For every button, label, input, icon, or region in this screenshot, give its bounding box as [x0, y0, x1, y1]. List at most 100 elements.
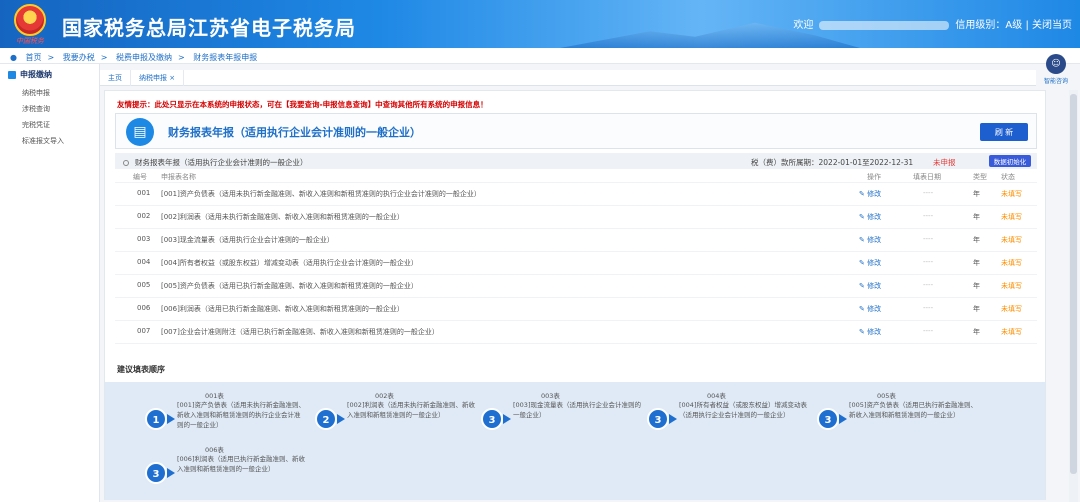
smart-help[interactable]: ☺ 智能咨询: [1038, 54, 1074, 85]
edit-link[interactable]: ✎ 修改: [859, 304, 881, 314]
row-name: [001]资产负债表（适用未执行新金融准则、新收入准则和新租赁准则的执行企业会计…: [161, 190, 481, 198]
step-desc: [003]现金流量表（适用执行企业会计准则的一般企业）: [513, 401, 641, 419]
table-row: 001 [001]资产负债表（适用未执行新金融准则、新收入准则和新租赁准则的执行企…: [115, 183, 1037, 206]
section-label: 财务报表年报（适用执行企业会计准则的一般企业）: [135, 158, 308, 167]
step-table-name: 002表: [375, 392, 394, 400]
tab-home[interactable]: 主页: [100, 70, 131, 86]
arrow-head: [669, 414, 677, 424]
order-step[interactable]: 002表 2 [002]利润表（适用未执行新金融准则、新收入准则和新租赁准则的一…: [315, 390, 480, 442]
arrow-head: [839, 414, 847, 424]
step-number: 2: [315, 408, 337, 430]
step-number: 3: [647, 408, 669, 430]
scrollbar[interactable]: [1069, 90, 1078, 502]
chat-icon: ☺: [1046, 54, 1066, 74]
header-name: 申报表名称: [161, 173, 196, 181]
step-number: 1: [145, 408, 167, 430]
data-init-button[interactable]: 数据初始化: [989, 155, 1031, 167]
order-step[interactable]: 006表 3 [006]利润表（适用已执行新金融准则、新收入准则和新租赁准则的一…: [145, 444, 310, 496]
pencil-icon: ✎: [859, 213, 868, 221]
pencil-icon: ✎: [859, 190, 868, 198]
order-step[interactable]: 003表 3 [003]现金流量表（适用执行企业会计准则的一般企业）: [481, 390, 646, 442]
edit-link[interactable]: ✎ 修改: [859, 327, 881, 337]
row-date: ----: [923, 304, 934, 312]
step-arrow-icon: 2: [315, 408, 345, 430]
order-step[interactable]: 005表 3 [005]资产负债表（适用已执行新金融准则、新收入准则和新租赁准则…: [817, 390, 982, 442]
step-desc: [005]资产负债表（适用已执行新金融准则、新收入准则和新租赁准则的一般企业）: [849, 401, 977, 419]
step-number: 3: [817, 408, 839, 430]
sidebar-group-label: 申报缴纳: [20, 70, 52, 79]
step-arrow-icon: 3: [145, 462, 175, 484]
pencil-icon: ✎: [859, 282, 868, 290]
edit-label: 修改: [867, 213, 882, 221]
row-no: 007: [137, 327, 151, 335]
report-header: ▤ 财务报表年报（适用执行企业会计准则的一般企业） 刷 新: [115, 113, 1037, 149]
row-status: 未填写: [1001, 213, 1022, 221]
arrow-head: [167, 414, 175, 424]
step-table-name: 001表: [205, 392, 224, 400]
table-row: 006 [006]利润表（适用已执行新金融准则、新收入准则和新租赁准则的一般企业）…: [115, 298, 1037, 321]
step-desc: [004]所有者权益（或股东权益）增减变动表（适用执行企业会计准则的一般企业）: [679, 401, 807, 419]
edit-label: 修改: [867, 328, 882, 336]
edit-label: 修改: [867, 190, 882, 198]
edit-label: 修改: [867, 259, 882, 267]
close-page-link[interactable]: 关闭当页: [1032, 20, 1072, 31]
step-arrow-icon: 1: [145, 408, 175, 430]
row-date: ----: [923, 212, 934, 220]
header-no: 编号: [133, 173, 147, 181]
edit-link[interactable]: ✎ 修改: [859, 189, 881, 199]
row-date: ----: [923, 235, 934, 243]
edit-link[interactable]: ✎ 修改: [859, 258, 881, 268]
breadcrumb-tax[interactable]: 我要办税: [63, 53, 95, 62]
order-step[interactable]: 004表 3 [004]所有者权益（或股东权益）增减变动表（适用执行企业会计准则…: [647, 390, 812, 442]
row-name: [005]资产负债表（适用已执行新金融准则、新收入准则和新租赁准则的一般企业）: [161, 282, 418, 290]
header-date: 填表日期: [913, 173, 941, 181]
pencil-icon: ✎: [859, 328, 868, 336]
row-type: 年: [973, 328, 980, 336]
table-row: 003 [003]现金流量表（适用执行企业会计准则的一般企业） ✎ 修改 ---- 年 未…: [115, 229, 1037, 252]
declare-status: 未申报: [933, 158, 956, 167]
sidebar-item-query[interactable]: 涉税查询: [0, 101, 99, 117]
menu-icon: [8, 70, 16, 79]
welcome-text: 欢迎: [793, 20, 814, 31]
pencil-icon: ✎: [859, 305, 868, 313]
section-bar: 财务报表年报（适用执行企业会计准则的一般企业） 税（费）款所属期：2022-01…: [115, 153, 1037, 169]
row-name: [007]企业会计准则附注（适用已执行新金融准则、新收入准则和新租赁准则的一般企…: [161, 328, 439, 336]
breadcrumb-home[interactable]: 首页: [26, 53, 42, 62]
row-name: [002]利润表（适用未执行新金融准则、新收入准则和新租赁准则的一般企业）: [161, 213, 404, 221]
step-number: 3: [145, 462, 167, 484]
sidebar-group[interactable]: 申报缴纳: [0, 64, 99, 85]
table-row: 004 [004]所有者权益（或股东权益）增减变动表（适用执行企业会计准则的一般企…: [115, 252, 1037, 275]
header-status: 状态: [1001, 173, 1015, 181]
step-desc: [001]资产负债表（适用未执行新金融准则、新收入准则和新租赁准则的执行企业会计…: [177, 401, 305, 429]
edit-label: 修改: [867, 305, 882, 313]
edit-link[interactable]: ✎ 修改: [859, 281, 881, 291]
expand-radio-icon[interactable]: [123, 160, 129, 166]
edit-link[interactable]: ✎ 修改: [859, 235, 881, 245]
sidebar-item-import[interactable]: 标准报文导入: [0, 133, 99, 149]
sidebar: 申报缴纳 纳税申报 涉税查询 完税凭证 标准报文导入: [0, 64, 100, 502]
step-arrow-icon: 3: [817, 408, 847, 430]
refresh-button[interactable]: 刷 新: [980, 123, 1028, 141]
breadcrumb-declare[interactable]: 税费申报及缴纳: [116, 53, 172, 62]
row-date: ----: [923, 281, 934, 289]
row-status: 未填写: [1001, 282, 1022, 290]
sidebar-item-certificate[interactable]: 完税凭证: [0, 117, 99, 133]
step-number: 3: [481, 408, 503, 430]
row-status: 未填写: [1001, 190, 1022, 198]
row-no: 006: [137, 304, 151, 312]
sidebar-item-declare[interactable]: 纳税申报: [0, 85, 99, 101]
tab-bar: 主页 纳税申报 ×: [100, 70, 1036, 86]
tab-declare[interactable]: 纳税申报 ×: [131, 70, 185, 86]
edit-label: 修改: [867, 236, 882, 244]
table-header: 编号 申报表名称 操作 填表日期 类型 状态: [115, 171, 1037, 183]
step-table-name: 006表: [205, 446, 224, 454]
scrollbar-thumb[interactable]: [1070, 94, 1077, 474]
credit-level: 信用级别：A级: [955, 20, 1023, 31]
edit-link[interactable]: ✎ 修改: [859, 212, 881, 222]
row-type: 年: [973, 190, 980, 198]
table-row: 005 [005]资产负债表（适用已执行新金融准则、新收入准则和新租赁准则的一般企…: [115, 275, 1037, 298]
header-op: 操作: [867, 173, 881, 181]
row-type: 年: [973, 282, 980, 290]
step-arrow-icon: 3: [481, 408, 511, 430]
order-step[interactable]: 001表 1 [001]资产负债表（适用未执行新金融准则、新收入准则和新租赁准则…: [145, 390, 310, 442]
